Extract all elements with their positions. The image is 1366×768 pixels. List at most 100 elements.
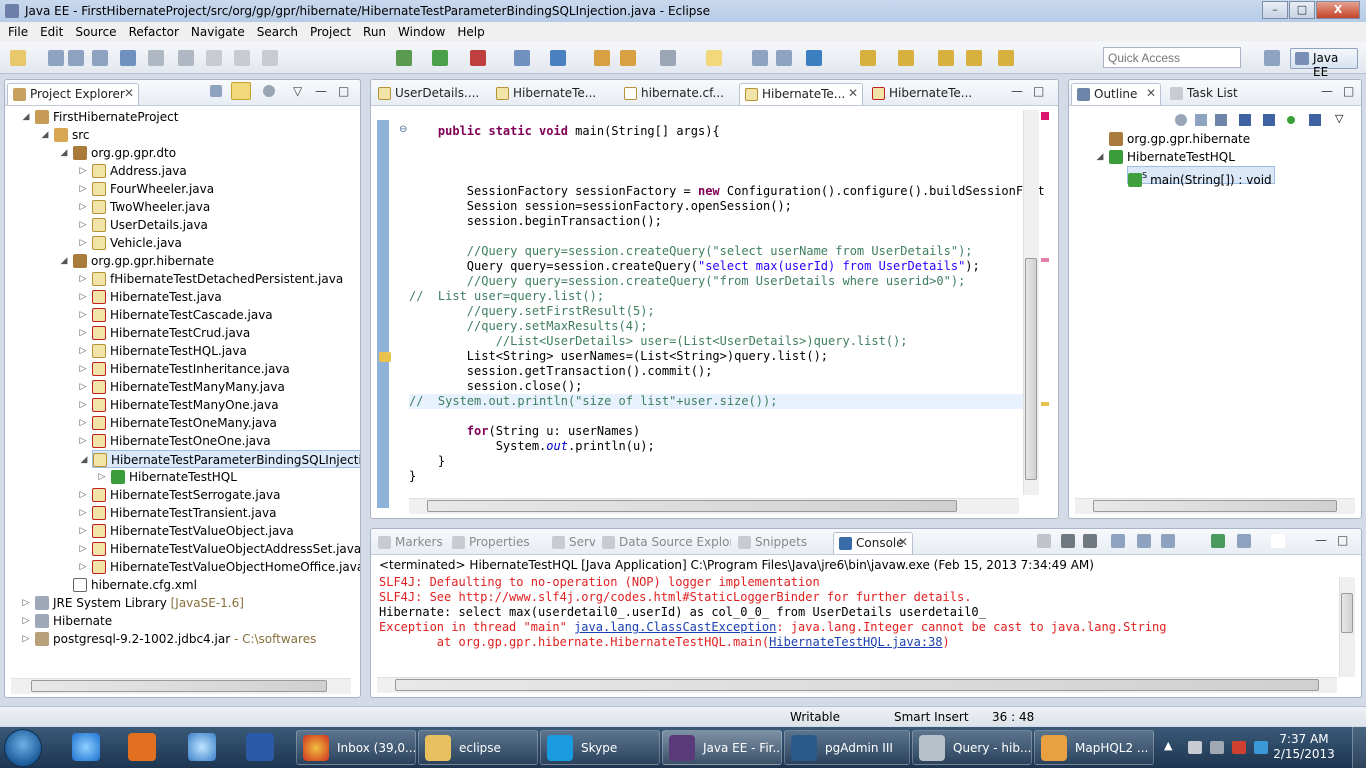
close-icon[interactable]: ✕ xyxy=(898,535,908,549)
view-menu-icon[interactable] xyxy=(1271,534,1285,548)
tab-data-source-explorer[interactable]: Data Source Explorer xyxy=(597,532,731,554)
hide-nonpublic-icon[interactable] xyxy=(1287,116,1295,124)
java-ee-perspective-button[interactable]: Java EE xyxy=(1290,48,1358,79)
expanded-arrow-icon[interactable]: ◢ xyxy=(58,144,70,162)
close-icon[interactable]: ✕ xyxy=(848,86,858,100)
tree-item[interactable]: ▷ Vehicle.java xyxy=(80,234,182,252)
tree-item[interactable]: ▷ HibernateTestHQL.java xyxy=(80,342,247,360)
tab-snippets[interactable]: Snippets xyxy=(733,532,831,554)
expanded-arrow-icon[interactable]: ◢ xyxy=(1094,148,1106,166)
outline-hscroll[interactable] xyxy=(1075,498,1355,514)
tab-outline[interactable]: Outline ✕ xyxy=(1071,83,1161,105)
view-menu-icon[interactable]: ▽ xyxy=(1335,112,1343,125)
print-icon[interactable] xyxy=(92,50,108,66)
menu-edit[interactable]: Edit xyxy=(34,25,69,39)
tree-item[interactable]: ▷ JRE System Library [JavaSE-1.6] xyxy=(23,594,244,612)
tab-task-list[interactable]: Task List xyxy=(1165,83,1245,105)
disconnect-icon[interactable] xyxy=(234,50,250,66)
error-overview-icon[interactable] xyxy=(1041,112,1049,120)
collapsed-arrow-icon[interactable]: ▷ xyxy=(77,522,89,540)
run-icon[interactable] xyxy=(432,50,448,66)
hide-static-icon[interactable] xyxy=(1263,114,1275,126)
tree-item[interactable]: ▷ Address.java xyxy=(80,162,187,180)
maximize-view-icon[interactable]: □ xyxy=(1337,534,1349,546)
scroll-lock-icon[interactable] xyxy=(1111,534,1125,548)
menu-refactor[interactable]: Refactor xyxy=(123,25,185,39)
open-perspective-icon[interactable] xyxy=(1264,50,1280,66)
minimize-button[interactable]: – xyxy=(1262,1,1288,19)
tree-item[interactable]: ◢ FirstHibernateProject xyxy=(23,108,178,126)
tree-item[interactable]: ▷ HibernateTestManyOne.java xyxy=(80,396,279,414)
menu-search[interactable]: Search xyxy=(251,25,304,39)
clock[interactable]: 7:37 AM 2/15/2013 xyxy=(1270,732,1338,762)
menu-window[interactable]: Window xyxy=(392,25,451,39)
hide-local-types-icon[interactable] xyxy=(1309,114,1321,126)
collapsed-arrow-icon[interactable]: ▷ xyxy=(77,432,89,450)
display-console-icon[interactable] xyxy=(1237,534,1251,548)
tree-item[interactable]: ▷ HibernateTestValueObjectAddressSet.java xyxy=(80,540,360,558)
link-with-editor-icon[interactable] xyxy=(231,82,251,100)
action-center-icon[interactable] xyxy=(1254,741,1268,754)
tree-item[interactable]: ▷ HibernateTest.java xyxy=(80,288,222,306)
tree-item[interactable]: ▷ FourWheeler.java xyxy=(80,180,214,198)
step-over-icon[interactable] xyxy=(262,50,278,66)
tree-item[interactable]: ▷ HibernateTestValueObjectHomeOffice.java xyxy=(80,558,360,576)
scroll-thumb[interactable] xyxy=(1093,500,1337,512)
save-icon[interactable] xyxy=(48,50,64,66)
menu-help[interactable]: Help xyxy=(451,25,490,39)
scroll-thumb[interactable] xyxy=(427,500,957,512)
collapsed-arrow-icon[interactable]: ▷ xyxy=(77,306,89,324)
tree-item[interactable]: ▷ UserDetails.java xyxy=(80,216,208,234)
menu-project[interactable]: Project xyxy=(304,25,357,39)
pinned-ie[interactable] xyxy=(60,730,112,765)
warning-icon[interactable] xyxy=(379,352,391,362)
editor-tab[interactable]: HibernateTe... ✕ xyxy=(739,83,863,105)
project-explorer-hscroll[interactable] xyxy=(11,678,351,694)
tree-item[interactable]: ◢ org.gp.gpr.hibernate xyxy=(61,252,214,270)
sync-icon[interactable] xyxy=(1175,114,1187,126)
tree-item[interactable]: ▷ TwoWheeler.java xyxy=(80,198,210,216)
taskbar-task[interactable]: Query - hib... xyxy=(912,730,1032,765)
eclipse-app-icon[interactable] xyxy=(5,4,19,18)
expanded-arrow-icon[interactable]: ◢ xyxy=(58,252,70,270)
scroll-thumb[interactable] xyxy=(1025,258,1037,480)
tree-item[interactable]: org.gp.gpr.hibernate xyxy=(1109,130,1250,148)
tree-item[interactable]: ◢ org.gp.gpr.dto xyxy=(61,144,176,162)
editor-hscroll[interactable] xyxy=(409,498,1019,514)
menu-source[interactable]: Source xyxy=(69,25,122,39)
tree-item[interactable]: ▷ HibernateTestHQL xyxy=(99,468,237,486)
quick-access-input[interactable] xyxy=(1103,47,1241,68)
menu-run[interactable]: Run xyxy=(357,25,392,39)
collapsed-arrow-icon[interactable]: ▷ xyxy=(77,558,89,576)
taskbar-task[interactable]: eclipse xyxy=(418,730,538,765)
editor-tab[interactable]: HibernateTe... xyxy=(491,83,615,105)
taskbar-task[interactable]: Java EE - Fir... xyxy=(662,730,782,765)
remove-launch-icon[interactable] xyxy=(1061,534,1075,548)
tree-item[interactable]: ▷ HibernateTestOneMany.java xyxy=(80,414,277,432)
highlight-icon[interactable] xyxy=(706,50,722,66)
maximize-view-icon[interactable]: □ xyxy=(1343,85,1355,97)
editor-vscroll[interactable] xyxy=(1023,110,1039,495)
minimize-view-icon[interactable]: — xyxy=(315,85,327,97)
scroll-thumb[interactable] xyxy=(31,680,327,692)
expanded-arrow-icon[interactable]: ◢ xyxy=(78,451,90,469)
pinned-search[interactable] xyxy=(176,730,228,765)
taskbar-task[interactable]: Skype xyxy=(540,730,660,765)
tree-item[interactable]: ▷ HibernateTestOneOne.java xyxy=(80,432,271,450)
close-icon[interactable]: ✕ xyxy=(1146,86,1156,100)
expanded-arrow-icon[interactable]: ◢ xyxy=(39,126,51,144)
skip-breakpoints-icon[interactable] xyxy=(120,50,136,66)
taskbar-task[interactable]: MapHQL2 ... xyxy=(1034,730,1154,765)
open-type-icon[interactable] xyxy=(594,50,610,66)
collapsed-arrow-icon[interactable]: ▷ xyxy=(77,360,89,378)
tree-item[interactable]: ▷ fHibernateTestDetachedPersistent.java xyxy=(80,270,343,288)
maximize-view-icon[interactable]: □ xyxy=(338,85,350,97)
console-vscroll[interactable] xyxy=(1339,577,1355,677)
tab-console[interactable]: Console ✕ xyxy=(833,532,913,554)
minimize-editor-icon[interactable]: — xyxy=(1011,85,1023,97)
next-annotation-icon[interactable] xyxy=(860,50,876,66)
view-menu-icon[interactable]: ▽ xyxy=(293,85,305,97)
collapsed-arrow-icon[interactable]: ▷ xyxy=(20,612,32,630)
collapsed-arrow-icon[interactable]: ▷ xyxy=(77,324,89,342)
editor-tab[interactable]: hibernate.cf... xyxy=(619,83,735,105)
